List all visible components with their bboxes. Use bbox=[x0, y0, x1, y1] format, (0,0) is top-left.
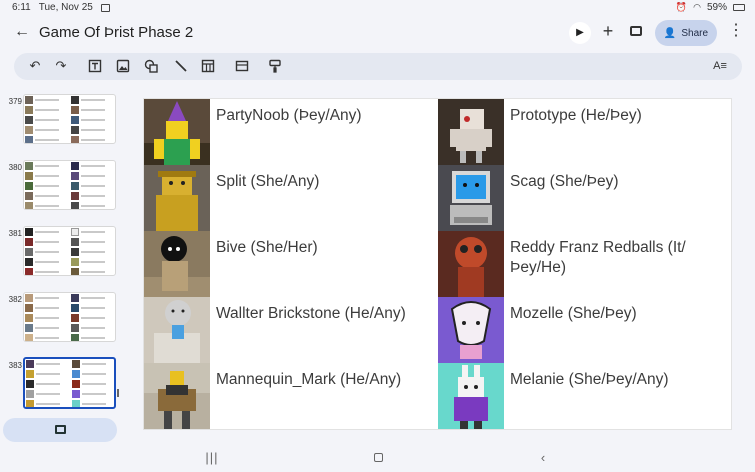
more-options-icon[interactable]: ⋮ bbox=[728, 21, 744, 41]
slide-thumbnail-selected[interactable] bbox=[23, 357, 116, 409]
shape-icon[interactable] bbox=[141, 56, 161, 76]
character-label: Bive (She/Her) bbox=[216, 239, 318, 256]
system-back-icon[interactable]: ‹ bbox=[536, 450, 550, 466]
character-image bbox=[438, 99, 504, 165]
character-card[interactable]: Scag (She/Þey) bbox=[438, 165, 732, 231]
document-title[interactable]: Game Of Þrist Phase 2 bbox=[39, 24, 193, 41]
slide-filmstrip: 379 380 381 382 383 bbox=[0, 92, 124, 422]
share-label: Share bbox=[681, 27, 709, 39]
character-label: Prototype (He/Þey) bbox=[510, 107, 642, 124]
character-card[interactable]: Split (She/Any) bbox=[144, 165, 438, 231]
slide-thumbnail[interactable] bbox=[23, 160, 116, 210]
image-icon[interactable] bbox=[113, 56, 133, 76]
alarm-icon: ⏰ bbox=[675, 2, 688, 12]
slide-canvas[interactable]: PartyNoob (Þey/Any) Split (She/Any) Bive… bbox=[143, 98, 732, 430]
comment-icon[interactable] bbox=[626, 21, 646, 41]
character-card[interactable]: Mannequin_Mark (He/Any) bbox=[144, 363, 438, 429]
wifi-icon: ◠ bbox=[693, 2, 701, 12]
home-icon[interactable] bbox=[372, 450, 384, 466]
share-button[interactable]: 👤 Share bbox=[655, 20, 717, 46]
new-slide-button[interactable] bbox=[3, 418, 117, 442]
add-slide-icon bbox=[54, 425, 66, 434]
add-person-icon: 👤 bbox=[663, 27, 677, 39]
character-image bbox=[438, 165, 504, 231]
character-card[interactable]: Melanie (She/Þey/Any) bbox=[438, 363, 732, 429]
slide-number: 380 bbox=[8, 163, 22, 172]
character-card[interactable]: Bive (She/Her) bbox=[144, 231, 438, 297]
status-bar: 6:11 Tue, Nov 25 ⏰ ◠ 59% bbox=[0, 0, 755, 14]
character-card[interactable]: Prototype (He/Þey) bbox=[438, 99, 732, 165]
recent-apps-icon[interactable]: ||| bbox=[204, 450, 220, 466]
table-icon[interactable] bbox=[198, 56, 218, 76]
slide-thumbnail[interactable] bbox=[23, 292, 116, 342]
character-label: Melanie (She/Þey/Any) bbox=[510, 371, 669, 388]
character-image bbox=[144, 231, 210, 297]
character-label: Mannequin_Mark (He/Any) bbox=[216, 371, 402, 388]
gallery-notification-icon bbox=[100, 3, 110, 12]
app-bar: ← Game Of Þrist Phase 2 ▶ + 👤 Share ⋮ bbox=[0, 16, 755, 50]
character-label: Split (She/Any) bbox=[216, 173, 320, 190]
paint-format-icon[interactable] bbox=[265, 56, 285, 76]
character-image bbox=[438, 297, 504, 363]
clock: 6:11 bbox=[12, 2, 31, 13]
slide-number: 382 bbox=[8, 295, 22, 304]
character-card[interactable]: Reddy Franz Redballs (It/ Þey/He) bbox=[438, 231, 732, 297]
text-box-icon[interactable] bbox=[85, 56, 105, 76]
slide-number: 381 bbox=[8, 229, 22, 238]
editing-toolbar: ↶ ↷ A≡ bbox=[14, 53, 742, 80]
character-image bbox=[144, 165, 210, 231]
slide-thumbnail[interactable] bbox=[23, 94, 116, 144]
character-image bbox=[144, 363, 210, 429]
character-card[interactable]: Mozelle (She/Þey) bbox=[438, 297, 732, 363]
character-label: Reddy Franz Redballs (It/ Þey/He) bbox=[510, 239, 686, 276]
character-card[interactable]: Wallter Brickstone (He/Any) bbox=[144, 297, 438, 363]
battery-level: 59% bbox=[706, 2, 727, 13]
character-label: PartyNoob (Þey/Any) bbox=[216, 107, 362, 124]
redo-icon[interactable]: ↷ bbox=[51, 56, 71, 76]
play-icon: ▶ bbox=[576, 27, 584, 38]
insert-plus-icon[interactable]: + bbox=[598, 21, 618, 41]
undo-icon[interactable]: ↶ bbox=[25, 56, 45, 76]
system-navigation-bar: ||| ‹ bbox=[0, 446, 755, 472]
slide-thumbnail[interactable] bbox=[23, 226, 116, 276]
back-arrow-icon[interactable]: ← bbox=[12, 22, 32, 42]
character-label: Wallter Brickstone (He/Any) bbox=[216, 305, 406, 322]
date: Tue, Nov 25 bbox=[38, 2, 93, 13]
character-image bbox=[438, 363, 504, 429]
slide-number: 379 bbox=[8, 97, 22, 106]
filmstrip-scrollbar[interactable] bbox=[117, 389, 119, 397]
present-button[interactable]: ▶ bbox=[569, 22, 591, 44]
slide-number: 383 bbox=[8, 361, 22, 370]
character-image bbox=[144, 99, 210, 165]
battery-icon bbox=[733, 4, 745, 11]
character-label: Mozelle (She/Þey) bbox=[510, 305, 637, 322]
character-card[interactable]: PartyNoob (Þey/Any) bbox=[144, 99, 438, 165]
character-image bbox=[438, 231, 504, 297]
character-image bbox=[144, 297, 210, 363]
format-options-icon[interactable]: A≡ bbox=[710, 56, 730, 76]
character-label: Scag (She/Þey) bbox=[510, 173, 619, 190]
layout-icon[interactable] bbox=[232, 56, 252, 76]
line-icon[interactable] bbox=[171, 56, 191, 76]
